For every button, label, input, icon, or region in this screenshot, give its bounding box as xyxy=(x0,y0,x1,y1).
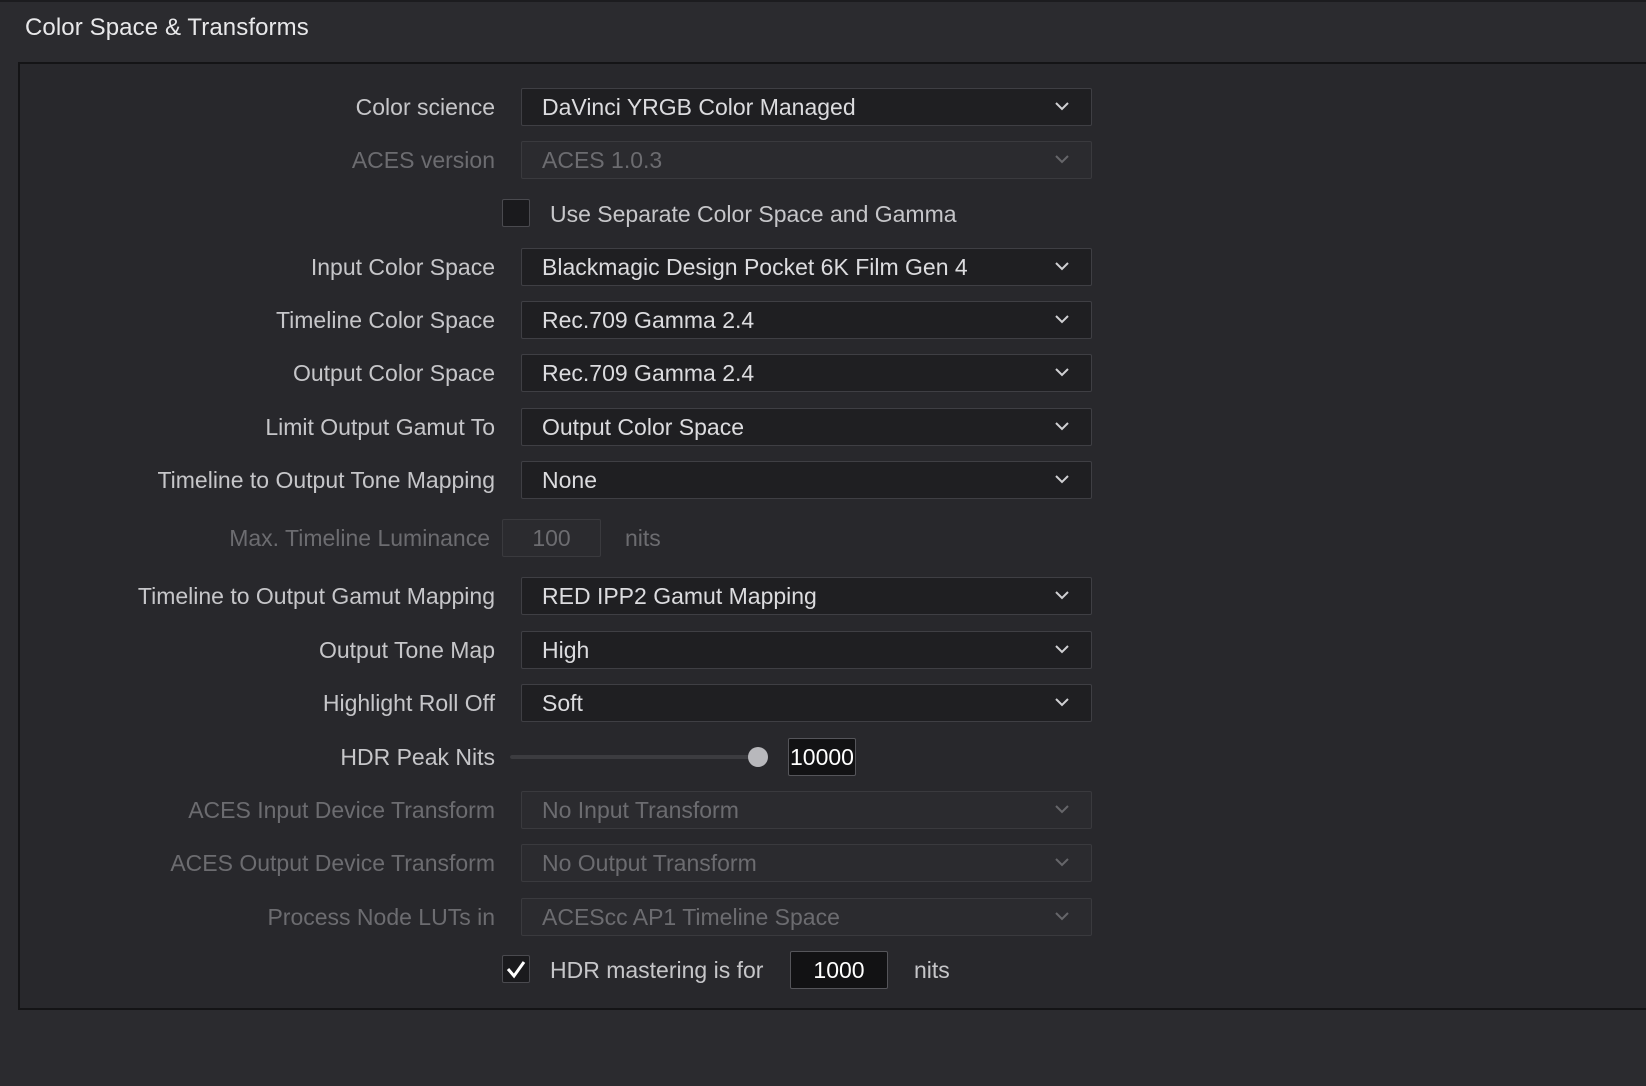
hdr-peak-nits-slider-thumb[interactable] xyxy=(748,747,768,767)
color-science-value: DaVinci YRGB Color Managed xyxy=(542,94,856,120)
max-luminance-field[interactable]: 100 xyxy=(502,519,601,557)
row-input-color-space: Input Color Space Blackmagic Design Pock… xyxy=(20,248,1646,286)
separate-cs-gamma-checkbox[interactable] xyxy=(502,199,530,227)
timeline-color-space-value: Rec.709 Gamma 2.4 xyxy=(542,307,755,333)
hdr-mastering-unit: nits xyxy=(914,957,950,983)
chevron-down-icon xyxy=(1055,155,1069,164)
chevron-down-icon xyxy=(1055,422,1069,431)
process-luts-value: ACEScc AP1 Timeline Space xyxy=(542,904,840,930)
color-science-dropdown[interactable]: DaVinci YRGB Color Managed xyxy=(521,88,1092,126)
separate-cs-gamma-label: Use Separate Color Space and Gamma xyxy=(550,201,957,227)
aces-idt-dropdown[interactable]: No Input Transform xyxy=(521,791,1092,829)
highlight-rolloff-value: Soft xyxy=(542,690,583,716)
chevron-down-icon xyxy=(1055,591,1069,600)
row-timeline-color-space: Timeline Color Space Rec.709 Gamma 2.4 xyxy=(20,301,1646,339)
row-highlight-rolloff: Highlight Roll Off Soft xyxy=(20,684,1646,722)
hdr-peak-nits-label: HDR Peak Nits xyxy=(340,744,495,770)
chevron-down-icon xyxy=(1055,912,1069,921)
row-hdr-mastering: HDR mastering is for 1000 nits xyxy=(20,951,1646,989)
aces-version-dropdown[interactable]: ACES 1.0.3 xyxy=(521,141,1092,179)
row-output-color-space: Output Color Space Rec.709 Gamma 2.4 xyxy=(20,354,1646,392)
row-aces-version: ACES version ACES 1.0.3 xyxy=(20,141,1646,179)
output-color-space-dropdown[interactable]: Rec.709 Gamma 2.4 xyxy=(521,354,1092,392)
chevron-down-icon xyxy=(1055,698,1069,707)
aces-idt-label: ACES Input Device Transform xyxy=(188,797,495,823)
row-aces-odt: ACES Output Device Transform No Output T… xyxy=(20,844,1646,882)
chevron-down-icon xyxy=(1055,262,1069,271)
row-output-tone-map: Output Tone Map High xyxy=(20,631,1646,669)
hdr-mastering-checkbox[interactable] xyxy=(502,955,530,983)
input-color-space-label: Input Color Space xyxy=(310,254,495,280)
slider-fill xyxy=(510,755,758,759)
chevron-down-icon xyxy=(1055,805,1069,814)
aces-odt-dropdown[interactable]: No Output Transform xyxy=(521,844,1092,882)
timeline-color-space-label: Timeline Color Space xyxy=(275,307,495,333)
process-luts-label: Process Node LUTs in xyxy=(267,904,495,930)
chevron-down-icon xyxy=(1055,368,1069,377)
row-gamut-mapping: Timeline to Output Gamut Mapping RED IPP… xyxy=(20,577,1646,615)
tone-mapping-value: None xyxy=(542,467,597,493)
aces-odt-value: No Output Transform xyxy=(542,850,757,876)
max-luminance-label: Max. Timeline Luminance xyxy=(229,525,490,551)
hdr-mastering-label: HDR mastering is for xyxy=(550,957,764,983)
window-top-border xyxy=(0,0,1646,2)
limit-output-gamut-value: Output Color Space xyxy=(542,414,745,440)
checkmark-icon xyxy=(506,961,526,979)
output-color-space-label: Output Color Space xyxy=(292,360,495,386)
aces-version-value: ACES 1.0.3 xyxy=(542,147,663,173)
highlight-rolloff-label: Highlight Roll Off xyxy=(322,690,495,716)
row-max-luminance: Max. Timeline Luminance 100 nits xyxy=(20,519,1646,557)
section-title: Color Space & Transforms xyxy=(25,14,309,41)
row-process-luts: Process Node LUTs in ACEScc AP1 Timeline… xyxy=(20,898,1646,936)
tone-mapping-dropdown[interactable]: None xyxy=(521,461,1092,499)
hdr-mastering-nits-field[interactable]: 1000 xyxy=(790,951,888,989)
highlight-rolloff-dropdown[interactable]: Soft xyxy=(521,684,1092,722)
tone-mapping-label: Timeline to Output Tone Mapping xyxy=(157,467,495,493)
row-tone-mapping: Timeline to Output Tone Mapping None xyxy=(20,461,1646,499)
chevron-down-icon xyxy=(1055,102,1069,111)
color-space-panel: Color science DaVinci YRGB Color Managed… xyxy=(18,62,1646,1010)
aces-odt-label: ACES Output Device Transform xyxy=(170,850,495,876)
gamut-mapping-value: RED IPP2 Gamut Mapping xyxy=(542,583,817,609)
gamut-mapping-dropdown[interactable]: RED IPP2 Gamut Mapping xyxy=(521,577,1092,615)
limit-output-gamut-label: Limit Output Gamut To xyxy=(265,414,495,440)
max-luminance-unit: nits xyxy=(625,525,661,551)
chevron-down-icon xyxy=(1055,475,1069,484)
output-tone-map-label: Output Tone Map xyxy=(318,637,495,663)
color-science-label: Color science xyxy=(355,94,495,120)
hdr-peak-nits-slider[interactable] xyxy=(510,755,758,759)
chevron-down-icon xyxy=(1055,645,1069,654)
input-color-space-dropdown[interactable]: Blackmagic Design Pocket 6K Film Gen 4 xyxy=(521,248,1092,286)
input-color-space-value: Blackmagic Design Pocket 6K Film Gen 4 xyxy=(542,254,968,280)
gamut-mapping-label: Timeline to Output Gamut Mapping xyxy=(137,583,495,609)
process-luts-dropdown[interactable]: ACEScc AP1 Timeline Space xyxy=(521,898,1092,936)
chevron-down-icon xyxy=(1055,315,1069,324)
limit-output-gamut-dropdown[interactable]: Output Color Space xyxy=(521,408,1092,446)
timeline-color-space-dropdown[interactable]: Rec.709 Gamma 2.4 xyxy=(521,301,1092,339)
row-hdr-peak-nits: HDR Peak Nits 10000 xyxy=(20,738,1646,776)
output-tone-map-dropdown[interactable]: High xyxy=(521,631,1092,669)
chevron-down-icon xyxy=(1055,858,1069,867)
hdr-peak-nits-field[interactable]: 10000 xyxy=(788,738,856,776)
aces-version-label: ACES version xyxy=(351,147,495,173)
output-color-space-value: Rec.709 Gamma 2.4 xyxy=(542,360,755,386)
row-aces-idt: ACES Input Device Transform No Input Tra… xyxy=(20,791,1646,829)
output-tone-map-value: High xyxy=(542,637,590,663)
row-color-science: Color science DaVinci YRGB Color Managed xyxy=(20,88,1646,126)
row-limit-output-gamut: Limit Output Gamut To Output Color Space xyxy=(20,408,1646,446)
row-separate-cs-gamma: Use Separate Color Space and Gamma xyxy=(20,195,1646,233)
aces-idt-value: No Input Transform xyxy=(542,797,739,823)
